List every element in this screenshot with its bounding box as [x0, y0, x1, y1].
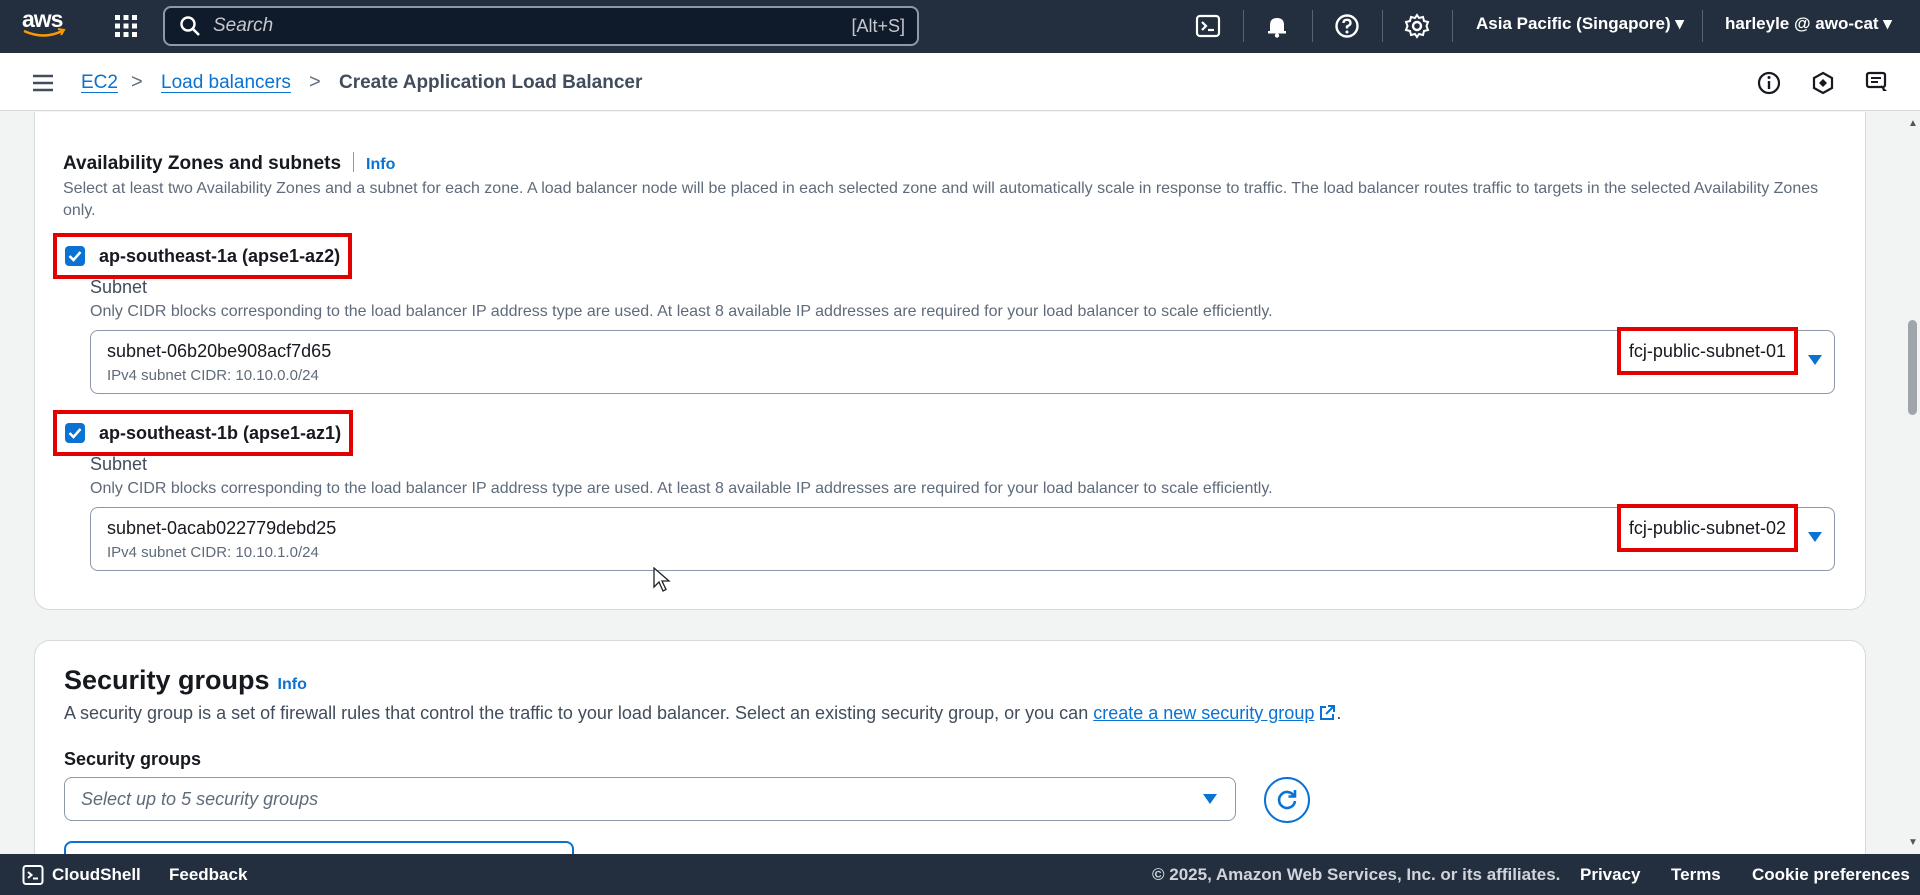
- az-section-heading: Availability Zones and subnets Info: [63, 152, 395, 175]
- scrollbar-thumb[interactable]: [1908, 320, 1917, 415]
- checkbox-checked[interactable]: [65, 246, 85, 266]
- az-checkbox-ap-southeast-1b[interactable]: ap-southeast-1b (apse1-az1): [53, 410, 354, 456]
- subnet-description: Only CIDR blocks corresponding to the lo…: [90, 303, 1273, 320]
- main-content: Availability Zones and subnets Info Avail…: [0, 112, 1905, 854]
- refresh-button[interactable]: [1264, 777, 1310, 823]
- checkbox-checked[interactable]: [65, 423, 85, 443]
- nav-divider: [1382, 10, 1383, 42]
- subnet-select-1a[interactable]: subnet-06b20be908acf7d65 IPv4 subnet CID…: [90, 327, 1835, 394]
- sg-section-title: Security groups Info: [64, 665, 307, 696]
- nav-divider: [1243, 10, 1244, 42]
- cookie-preferences-link[interactable]: Cookie preferences: [1752, 865, 1910, 885]
- top-navigation: aws Search [Alt+S] Asia Pacific (Singapo…: [0, 0, 1920, 53]
- notifications-panel-icon[interactable]: [1810, 70, 1836, 96]
- vertical-scrollbar[interactable]: ▲ ▼: [1905, 112, 1920, 854]
- terms-link[interactable]: Terms: [1671, 865, 1721, 885]
- console-footer: CloudShell Feedback © 2025, Amazon Web S…: [0, 854, 1920, 895]
- dropdown-caret-icon: [1808, 532, 1822, 542]
- dropdown-caret-icon: [1808, 355, 1822, 365]
- sg-description-period: .: [1336, 703, 1342, 723]
- scroll-up-arrow-icon[interactable]: ▲: [1908, 118, 1918, 129]
- az-label: ap-southeast-1a (apse1-az2): [99, 245, 341, 266]
- subnet-name-tag: fcj-public-subnet-01: [1616, 327, 1798, 375]
- sg-description: A security group is a set of firewall ru…: [64, 703, 1341, 724]
- subnet-label: Subnet: [90, 277, 148, 297]
- scroll-down-arrow-icon[interactable]: ▼: [1908, 837, 1918, 848]
- breadcrumb-ec2[interactable]: EC2: [81, 72, 118, 94]
- title-divider: [353, 152, 355, 172]
- nav-divider: [1702, 10, 1703, 42]
- sg-info-link[interactable]: Info: [278, 676, 307, 693]
- copyright-text: © 2025, Amazon Web Services, Inc. or its…: [1152, 865, 1561, 884]
- breadcrumb-current-page: Create Application Load Balancer: [339, 72, 643, 93]
- subnet-select-1b[interactable]: subnet-0acab022779debd25 IPv4 subnet CID…: [90, 504, 1835, 571]
- sg-title-text: Security groups: [64, 665, 270, 695]
- aws-logo[interactable]: aws: [22, 8, 72, 44]
- cloudshell-link[interactable]: CloudShell: [52, 865, 141, 885]
- security-groups-select[interactable]: Select up to 5 security groups: [64, 777, 1236, 821]
- settings-gear-icon[interactable]: [1404, 13, 1430, 39]
- region-selector[interactable]: Asia Pacific (Singapore) ▾: [1476, 14, 1684, 34]
- external-link-icon: [1320, 705, 1336, 720]
- subnet-id: subnet-06b20be908acf7d65: [107, 341, 332, 361]
- subnet-name-tag: fcj-public-subnet-02: [1616, 504, 1798, 552]
- breadcrumb-separator: >: [131, 71, 143, 93]
- sg-select-placeholder: Select up to 5 security groups: [81, 789, 319, 809]
- sg-field-label: Security groups: [64, 749, 202, 769]
- breadcrumb-bar: EC2 > Load balancers > Create Applicatio…: [0, 53, 1920, 111]
- checkmark-icon: [68, 251, 82, 262]
- subnet-cidr: IPv4 subnet CIDR: 10.10.1.0/24: [107, 544, 319, 561]
- search-shortcut: [Alt+S]: [851, 15, 905, 36]
- feedback-link[interactable]: Feedback: [169, 865, 247, 885]
- breadcrumb-load-balancers[interactable]: Load balancers: [161, 72, 291, 94]
- az-section: Availability Zones and subnets Info Selec…: [34, 112, 1866, 612]
- az-description: Select at least two Availability Zones a…: [63, 180, 1819, 219]
- selected-token-box: [64, 841, 574, 854]
- menu-hamburger-icon[interactable]: [31, 73, 55, 93]
- cloudshell-footer-icon[interactable]: [22, 864, 44, 886]
- subnet-label: Subnet: [90, 454, 148, 474]
- security-groups-card: Security groups Info A security group is …: [34, 640, 1866, 854]
- privacy-link[interactable]: Privacy: [1580, 865, 1641, 885]
- refresh-icon: [1277, 790, 1297, 810]
- help-icon[interactable]: [1334, 13, 1360, 39]
- info-link[interactable]: Info: [366, 156, 395, 173]
- search-bar[interactable]: Search [Alt+S]: [163, 6, 919, 46]
- create-security-group-link[interactable]: create a new security group: [1093, 703, 1314, 723]
- nav-divider: [1452, 10, 1453, 42]
- dropdown-caret-icon: [1203, 794, 1217, 804]
- services-grid-icon[interactable]: [113, 13, 139, 39]
- feedback-panel-icon[interactable]: [1864, 70, 1890, 96]
- breadcrumb-separator: >: [309, 71, 321, 93]
- checkmark-icon: [68, 428, 82, 439]
- search-placeholder: Search: [213, 15, 274, 36]
- az-checkbox-ap-southeast-1a[interactable]: ap-southeast-1a (apse1-az2): [53, 233, 353, 279]
- az-title-label: Availability Zones and subnets: [63, 153, 342, 174]
- info-panel-icon[interactable]: [1756, 70, 1782, 96]
- az-label: ap-southeast-1b (apse1-az1): [99, 422, 342, 443]
- subnet-id: subnet-0acab022779debd25: [107, 518, 337, 538]
- notifications-bell-icon[interactable]: [1264, 13, 1290, 39]
- subnet-cidr: IPv4 subnet CIDR: 10.10.0.0/24: [107, 367, 319, 384]
- subnet-description: Only CIDR blocks corresponding to the lo…: [90, 480, 1273, 497]
- search-icon: [180, 16, 200, 36]
- cloudshell-icon[interactable]: [1195, 13, 1221, 39]
- sg-description-text: A security group is a set of firewall ru…: [64, 703, 1089, 723]
- aws-logo-text: aws: [22, 6, 63, 32]
- nav-divider: [1312, 10, 1313, 42]
- mouse-cursor-icon: [653, 567, 671, 592]
- account-menu[interactable]: harleyle @ awo-cat ▾: [1725, 14, 1892, 34]
